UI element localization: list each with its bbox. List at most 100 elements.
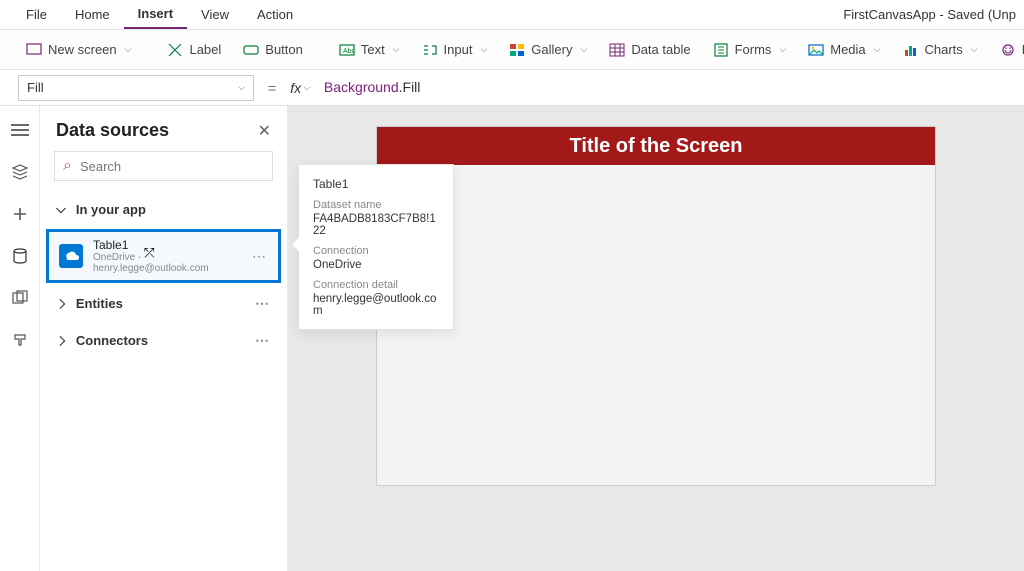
media-label: Media bbox=[830, 42, 865, 57]
charts-label: Charts bbox=[925, 42, 963, 57]
more-options-icon[interactable]: ⋯ bbox=[252, 248, 268, 265]
label-icon bbox=[167, 42, 183, 58]
chevron-down-icon: ⌵ bbox=[971, 44, 978, 55]
label-text: Label bbox=[189, 42, 221, 57]
chevron-down-icon: ⌵ bbox=[393, 44, 400, 55]
section-entities[interactable]: ⌵ Entities ⋯ bbox=[40, 285, 287, 322]
chevron-right-icon: ⌵ bbox=[53, 299, 69, 309]
chevron-down-icon: ⌵ bbox=[580, 44, 587, 55]
app-title: FirstCanvasApp - Saved (Unp bbox=[843, 7, 1024, 22]
chevron-down-icon: ⌵ bbox=[125, 44, 132, 55]
advanced-tools-icon[interactable] bbox=[10, 330, 30, 350]
screen-icon bbox=[26, 42, 42, 58]
search-input[interactable] bbox=[80, 159, 264, 174]
charts-icon bbox=[903, 42, 919, 58]
onedrive-icon bbox=[59, 244, 83, 268]
ribbon-toolbar: New screen ⌵ Label Button Abc Text ⌵ Inp… bbox=[0, 30, 1024, 70]
flyout-dataset-value: FA4BADB8183CF7B8!122 bbox=[313, 213, 439, 237]
flyout-detail-label: Connection detail bbox=[313, 279, 439, 291]
table-icon bbox=[609, 42, 625, 58]
section-connectors[interactable]: ⌵ Connectors ⋯ bbox=[40, 322, 287, 359]
label-button[interactable]: Label bbox=[157, 38, 231, 62]
section-label: Entities bbox=[76, 296, 123, 311]
text-icon: Abc bbox=[339, 42, 355, 58]
flyout-detail-value: henry.legge@outlook.com bbox=[313, 293, 439, 317]
formula-suffix: .Fill bbox=[399, 79, 421, 95]
fx-text: fx bbox=[290, 80, 301, 96]
gallery-label: Gallery bbox=[531, 42, 572, 57]
button-text: Button bbox=[265, 42, 303, 57]
close-icon[interactable]: ✕ bbox=[258, 121, 271, 141]
menu-file[interactable]: File bbox=[12, 0, 61, 29]
gallery-button[interactable]: Gallery ⌵ bbox=[499, 38, 597, 62]
property-name: Fill bbox=[27, 80, 44, 95]
more-options-icon[interactable]: ⋯ bbox=[255, 295, 271, 312]
search-icon: ⌕ bbox=[63, 157, 72, 175]
section-label: In your app bbox=[76, 202, 146, 217]
left-rail bbox=[0, 106, 40, 571]
chevron-down-icon: ⌵ bbox=[56, 201, 66, 217]
button-button[interactable]: Button bbox=[233, 38, 313, 62]
forms-label: Forms bbox=[735, 42, 772, 57]
section-label: Connectors bbox=[76, 333, 148, 348]
menu-insert[interactable]: Insert bbox=[124, 0, 187, 29]
chevron-down-icon: ⌵ bbox=[238, 82, 245, 93]
chevron-right-icon: ⌵ bbox=[53, 336, 69, 346]
menu-home[interactable]: Home bbox=[61, 0, 124, 29]
forms-icon bbox=[713, 42, 729, 58]
svg-text:Abc: Abc bbox=[343, 48, 355, 55]
data-table-label: Data table bbox=[631, 42, 690, 57]
screen-title-bar[interactable]: Title of the Screen bbox=[377, 127, 935, 165]
screen-frame[interactable]: Title of the Screen bbox=[376, 126, 936, 486]
icons-icon bbox=[1000, 42, 1016, 58]
menu-bar: File Home Insert View Action FirstCanvas… bbox=[0, 0, 1024, 30]
button-icon bbox=[243, 42, 259, 58]
text-label: Text bbox=[361, 42, 385, 57]
search-box[interactable]: ⌕ bbox=[54, 151, 273, 181]
data-source-table1[interactable]: Table1 OneDrive - henry.legge@outlook.co… bbox=[46, 229, 281, 283]
icons-button[interactable]: Icons ⌵ bbox=[990, 38, 1024, 62]
main-body: Data sources ✕ ⌕ ⌵ In your app Table1 On… bbox=[0, 106, 1024, 571]
data-table-button[interactable]: Data table bbox=[599, 38, 700, 62]
layers-icon[interactable] bbox=[10, 162, 30, 182]
fx-label[interactable]: fx ⌵ bbox=[290, 80, 310, 96]
media-button[interactable]: Media ⌵ bbox=[798, 38, 890, 62]
input-label: Input bbox=[444, 42, 473, 57]
flyout-connection-value: OneDrive bbox=[313, 259, 439, 271]
section-in-your-app[interactable]: ⌵ In your app bbox=[40, 191, 287, 227]
formula-input[interactable]: Background.Fill bbox=[324, 79, 1006, 97]
property-selector[interactable]: Fill ⌵ bbox=[18, 75, 254, 101]
data-icon[interactable] bbox=[10, 246, 30, 266]
new-screen-button[interactable]: New screen ⌵ bbox=[16, 38, 141, 62]
more-options-icon[interactable]: ⋯ bbox=[255, 332, 271, 349]
new-screen-label: New screen bbox=[48, 42, 117, 57]
chevron-down-icon: ⌵ bbox=[303, 82, 310, 93]
menu-action[interactable]: Action bbox=[243, 0, 307, 29]
data-source-flyout: Table1 Dataset name FA4BADB8183CF7B8!122… bbox=[298, 164, 454, 330]
media-rail-icon[interactable] bbox=[10, 288, 30, 308]
media-icon bbox=[808, 42, 824, 58]
panel-title: Data sources bbox=[56, 120, 169, 141]
flyout-title: Table1 bbox=[313, 177, 439, 191]
data-sources-panel: Data sources ✕ ⌕ ⌵ In your app Table1 On… bbox=[40, 106, 288, 571]
text-button[interactable]: Abc Text ⌵ bbox=[329, 38, 410, 62]
flyout-dataset-label: Dataset name bbox=[313, 199, 439, 211]
tree-view-icon[interactable] bbox=[10, 120, 30, 140]
item-subtitle: OneDrive - henry.legge@outlook.com bbox=[93, 252, 242, 274]
equals-sign: = bbox=[268, 80, 276, 96]
chevron-down-icon: ⌵ bbox=[480, 44, 487, 55]
input-icon bbox=[422, 42, 438, 58]
formula-reference: Background bbox=[324, 79, 399, 95]
input-button[interactable]: Input ⌵ bbox=[412, 38, 498, 62]
gallery-icon bbox=[509, 42, 525, 58]
chevron-down-icon: ⌵ bbox=[779, 44, 786, 55]
panel-header: Data sources ✕ bbox=[40, 106, 287, 151]
charts-button[interactable]: Charts ⌵ bbox=[893, 38, 988, 62]
screen-title-text: Title of the Screen bbox=[569, 135, 742, 158]
item-name: Table1 bbox=[93, 238, 242, 252]
flyout-connection-label: Connection bbox=[313, 245, 439, 257]
add-icon[interactable] bbox=[10, 204, 30, 224]
menu-view[interactable]: View bbox=[187, 0, 243, 29]
forms-button[interactable]: Forms ⌵ bbox=[703, 38, 797, 62]
formula-bar: Fill ⌵ = fx ⌵ Background.Fill bbox=[0, 70, 1024, 106]
